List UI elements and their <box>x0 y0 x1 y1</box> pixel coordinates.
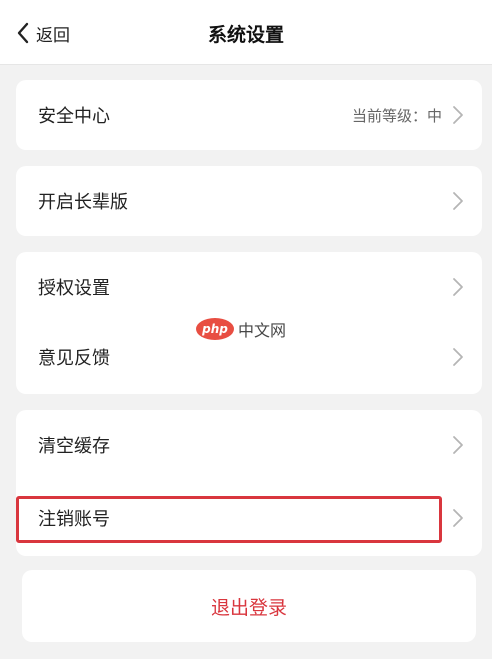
watermark-logo-mark: php <box>196 318 234 340</box>
row-label: 注销账号 <box>38 509 110 530</box>
chevron-right-icon <box>453 348 463 366</box>
logout-button[interactable]: 退出登录 <box>22 570 476 642</box>
row-label: 授权设置 <box>38 278 110 299</box>
row-label: 安全中心 <box>38 106 110 127</box>
watermark-logo: php 中文网 <box>196 317 286 341</box>
settings-group-account: 清空缓存 注销账号 <box>16 410 482 556</box>
header-bar: 返回 系统设置 <box>0 0 492 65</box>
row-delete-account[interactable]: 注销账号 <box>16 480 482 556</box>
settings-group-security: 安全中心 当前等级：中 <box>16 80 482 150</box>
chevron-right-icon <box>453 509 463 527</box>
row-label: 开启长辈版 <box>38 192 128 213</box>
row-security-center[interactable]: 安全中心 当前等级：中 <box>16 80 482 150</box>
chevron-right-icon <box>453 436 463 454</box>
security-level-value: 当前等级：中 <box>351 106 442 125</box>
page-title: 系统设置 <box>207 24 284 46</box>
settings-group-elder: 开启长辈版 <box>16 166 482 236</box>
chevron-right-icon <box>453 278 463 296</box>
row-label: 意见反馈 <box>38 348 110 369</box>
chevron-right-icon <box>453 106 463 124</box>
row-label: 清空缓存 <box>38 436 110 457</box>
watermark-text: 中文网 <box>238 321 287 340</box>
chevron-right-icon <box>453 192 463 210</box>
row-clear-cache[interactable]: 清空缓存 <box>16 410 482 480</box>
row-elder-mode[interactable]: 开启长辈版 <box>16 166 482 236</box>
logout-label: 退出登录 <box>210 596 287 619</box>
row-authorization-settings[interactable]: 授权设置 <box>16 252 482 322</box>
